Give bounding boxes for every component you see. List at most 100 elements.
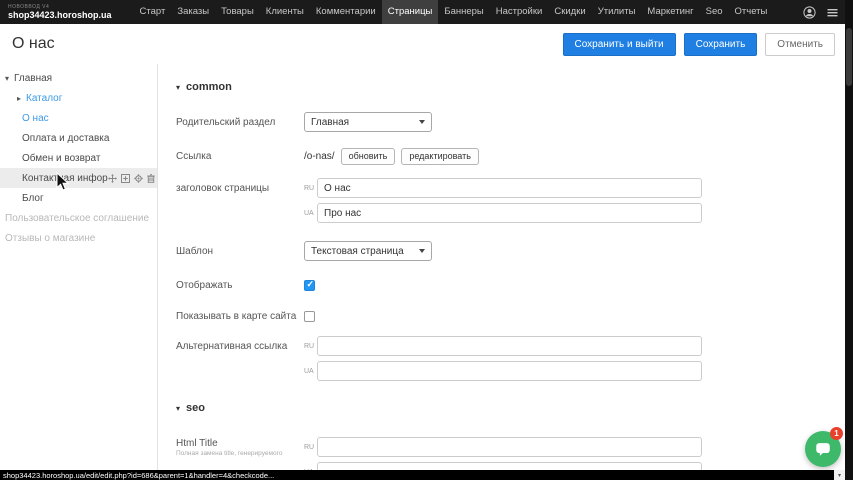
sidebar-item-label: Пользовательское соглашение: [5, 213, 149, 224]
chat-bubble-icon: [814, 440, 832, 458]
menu-item-seo[interactable]: Seo: [700, 0, 729, 24]
alt-link-label: Альтернативная ссылка: [176, 341, 304, 352]
sidebar-item-label: О нас: [22, 113, 49, 124]
page-title-ru-row: заголовок страницы RU: [176, 178, 845, 198]
parent-section-select[interactable]: Главная: [304, 112, 432, 132]
page-title: О нас: [12, 35, 55, 53]
save-button[interactable]: Сохранить: [684, 33, 758, 56]
menu-item-settings[interactable]: Настройки: [490, 0, 549, 24]
sidebar-item-label: Обмен и возврат: [22, 153, 100, 164]
sidebar-item-label: Отзывы о магазине: [5, 233, 95, 244]
template-label: Шаблон: [176, 246, 304, 257]
html-title-ru-input[interactable]: [317, 437, 702, 457]
menu-item-pages[interactable]: Страницы: [382, 0, 439, 24]
sidebar-item-about-us[interactable]: О нас: [0, 108, 157, 128]
chevron-down-icon: ▾: [176, 404, 180, 413]
page-title-label: заголовок страницы: [176, 183, 304, 194]
sidebar-row-actions: [108, 174, 155, 183]
chevron-right-icon[interactable]: ▸: [17, 94, 26, 103]
admin-screen: НОВОВВОД V4 shop34423.horoshop.ua Старт …: [0, 0, 853, 480]
section-seo-header[interactable]: ▾ seo: [176, 401, 845, 415]
html-title-label-text: Html Title: [176, 438, 304, 449]
sidebar-item-user-agreement[interactable]: Пользовательское соглашение: [0, 208, 157, 228]
page-title-ua-input[interactable]: [317, 203, 702, 223]
sitemap-label: Показывать в карте сайта: [176, 311, 304, 322]
user-account-icon[interactable]: [803, 6, 816, 19]
lang-tag-ru: RU: [304, 343, 317, 350]
menu-item-clients[interactable]: Клиенты: [260, 0, 310, 24]
section-title: common: [186, 81, 232, 93]
sidebar-item-exchange-return[interactable]: Обмен и возврат: [0, 148, 157, 168]
html-title-hint: Полная замена title, генерируемого: [176, 450, 302, 457]
add-page-icon[interactable]: [121, 174, 130, 183]
gear-icon[interactable]: [134, 174, 143, 183]
lang-tag-ua: UA: [304, 210, 317, 217]
logo-version-label: НОВОВВОД V4: [8, 5, 112, 10]
alt-link-ua-input[interactable]: [317, 361, 702, 381]
header-actions: Сохранить и выйти Сохранить Отменить: [563, 33, 836, 56]
menu-item-products[interactable]: Товары: [215, 0, 260, 24]
template-value: Текстовая страница: [311, 246, 404, 257]
topbar: НОВОВВОД V4 shop34423.horoshop.ua Старт …: [0, 0, 853, 24]
topbar-icons: [803, 6, 839, 19]
menu-item-orders[interactable]: Заказы: [171, 0, 215, 24]
parent-section-row: Родительский раздел Главная: [176, 112, 845, 132]
sitemap-checkbox[interactable]: [304, 311, 315, 322]
menu-item-reports[interactable]: Отчеты: [729, 0, 774, 24]
sidebar-item-contact-info[interactable]: Контактная инфор: [0, 168, 157, 188]
hamburger-menu-icon[interactable]: [826, 6, 839, 19]
menu-item-marketing[interactable]: Маркетинг: [641, 0, 699, 24]
menu-item-comments[interactable]: Комментарии: [310, 0, 382, 24]
sidebar-item-label: Каталог: [26, 93, 62, 104]
menu-item-utilities[interactable]: Утилиты: [592, 0, 642, 24]
parent-section-label: Родительский раздел: [176, 117, 304, 128]
sitemap-row: Показывать в карте сайта: [176, 306, 845, 326]
link-label: Ссылка: [176, 151, 304, 162]
display-checkbox[interactable]: [304, 280, 315, 291]
sidebar-item-label: Контактная инфор: [22, 173, 108, 184]
browser-status-bar: shop34423.horoshop.ua/edit/edit.php?id=6…: [0, 470, 845, 480]
logo[interactable]: НОВОВВОД V4 shop34423.horoshop.ua: [8, 5, 112, 20]
edit-link-button[interactable]: редактировать: [401, 148, 479, 165]
display-label: Отображать: [176, 280, 304, 291]
html-title-ru-row: Html Title Полная замена title, генериру…: [176, 437, 845, 457]
move-icon[interactable]: [108, 174, 117, 183]
alt-link-ru-row: Альтернативная ссылка RU: [176, 336, 845, 356]
html-title-label: Html Title Полная замена title, генериру…: [176, 438, 304, 457]
template-select[interactable]: Текстовая страница: [304, 241, 432, 261]
sidebar-item-label: Оплата и доставка: [22, 133, 109, 144]
section-common-header[interactable]: ▾ common: [176, 80, 845, 94]
html-title-ua-input[interactable]: [317, 462, 702, 470]
menu-item-discounts[interactable]: Скидки: [548, 0, 591, 24]
chat-widget-button[interactable]: 1: [805, 431, 841, 467]
lang-tag-ru: RU: [304, 444, 317, 451]
page-title-ua-row: UA: [176, 203, 845, 223]
pages-tree-sidebar: ▾ Главная ▸ Каталог О нас Оплата и доста…: [0, 64, 157, 470]
page-header: О нас Сохранить и выйти Сохранить Отмени…: [0, 24, 845, 64]
scrollbar-thumb[interactable]: [846, 28, 852, 86]
sidebar-item-store-reviews[interactable]: Отзывы о магазине: [0, 228, 157, 248]
page-title-ru-input[interactable]: [317, 178, 702, 198]
update-link-button[interactable]: обновить: [341, 148, 396, 165]
chevron-down-icon[interactable]: ▾: [5, 74, 14, 83]
status-url: shop34423.horoshop.ua/edit/edit.php?id=6…: [0, 471, 274, 480]
chevron-down-icon: [419, 249, 425, 253]
sidebar-item-catalog[interactable]: ▸ Каталог: [0, 88, 157, 108]
menu-item-banners[interactable]: Баннеры: [438, 0, 489, 24]
cancel-button[interactable]: Отменить: [765, 33, 835, 56]
menu-item-start[interactable]: Старт: [134, 0, 172, 24]
template-row: Шаблон Текстовая страница: [176, 241, 845, 261]
save-and-exit-button[interactable]: Сохранить и выйти: [563, 33, 676, 56]
link-row: Ссылка /o-nas/ обновить редактировать: [176, 146, 845, 166]
lang-tag-ua: UA: [304, 368, 317, 375]
alt-link-ua-row: UA: [176, 361, 845, 381]
sidebar-item-home[interactable]: ▾ Главная: [0, 68, 157, 88]
sidebar-item-payment-delivery[interactable]: Оплата и доставка: [0, 128, 157, 148]
page-scrollbar[interactable]: [845, 0, 853, 480]
alt-link-ru-input[interactable]: [317, 336, 702, 356]
scroll-down-button[interactable]: ▾: [834, 470, 845, 480]
sidebar-item-blog[interactable]: Блог: [0, 188, 157, 208]
trash-icon[interactable]: [147, 174, 155, 183]
chevron-down-icon: [419, 120, 425, 124]
chevron-down-icon: ▾: [176, 83, 180, 92]
